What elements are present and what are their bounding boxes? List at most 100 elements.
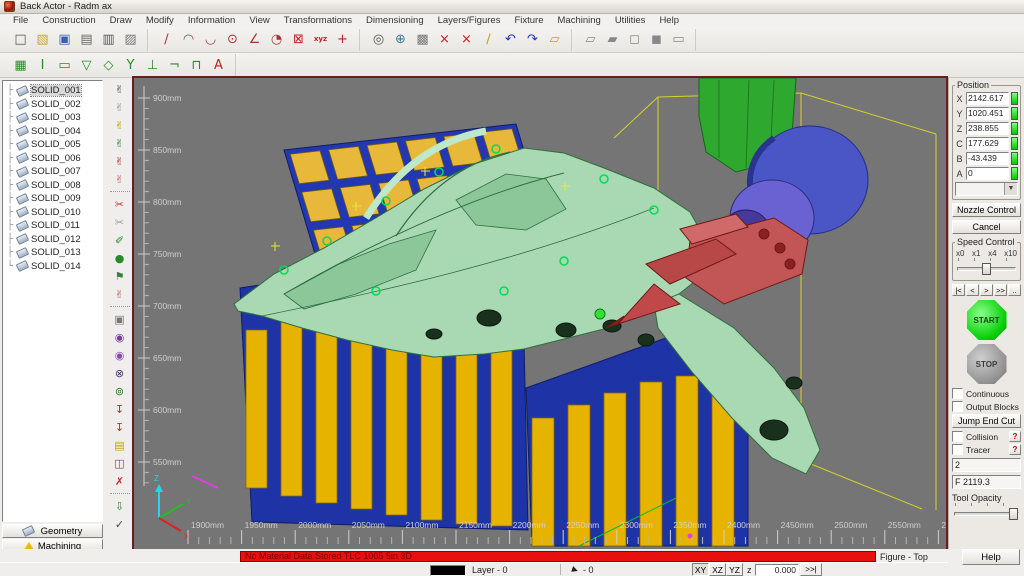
feedrate-field[interactable]: F 2119.3 [952, 475, 1021, 489]
sphere-green-icon[interactable]: ● [109, 249, 131, 267]
speed-slider[interactable] [957, 263, 1016, 273]
expand-view-icon[interactable]: × [434, 29, 455, 50]
text-tool-icon[interactable]: A [208, 55, 229, 76]
step-forward-button[interactable]: > [980, 284, 993, 296]
hand-push-down-icon[interactable]: ✌ [109, 152, 131, 170]
sphere-pair-icon[interactable]: ⊚ [109, 382, 131, 400]
menu-item-transformations[interactable]: Transformations [277, 15, 359, 26]
step-more-button[interactable]: .. [1008, 284, 1021, 296]
menu-item-file[interactable]: File [6, 15, 35, 26]
z-value-field[interactable]: 0.000 [755, 564, 799, 576]
line-tool-icon[interactable]: ∕ [156, 29, 177, 50]
menu-item-layers-figures[interactable]: Layers/Figures [431, 15, 508, 26]
view-hidden-line-icon[interactable]: ◻ [624, 29, 645, 50]
position-preset-combo[interactable]: ▼ [955, 182, 1018, 196]
capture-view-icon[interactable]: ▩ [412, 29, 433, 50]
color-swatch[interactable] [430, 565, 466, 576]
tree-item-solid_012[interactable]: ├SOLID_012 [3, 233, 102, 247]
tree-item-solid_005[interactable]: ├SOLID_005 [3, 138, 102, 152]
stop-button[interactable]: STOP [967, 344, 1007, 384]
undo-icon[interactable]: ↶ [500, 29, 521, 50]
tracer-help-button[interactable]: ? [1009, 444, 1021, 455]
trim-gray-icon[interactable]: ✂ [109, 213, 131, 231]
face-diamond-icon[interactable]: ◇ [98, 55, 119, 76]
circle-center-tool-icon[interactable]: ⊙ [222, 29, 243, 50]
pointer-check-icon[interactable]: ✓ [109, 515, 131, 533]
flag-green-icon[interactable]: ⚑ [109, 267, 131, 285]
collision-help-button[interactable]: ? [1009, 431, 1021, 442]
view-wireframe-icon[interactable]: ▱ [580, 29, 601, 50]
brush-green-icon[interactable]: ✐ [109, 231, 131, 249]
nozzle-control-button[interactable]: Nozzle Control [952, 203, 1021, 217]
pair-compare-icon[interactable]: ◫ [109, 454, 131, 472]
redo-icon[interactable]: ↷ [522, 29, 543, 50]
face-rect-icon[interactable]: ▭ [54, 55, 75, 76]
tree-item-solid_009[interactable]: ├SOLID_009 [3, 192, 102, 206]
hand-info-icon[interactable]: ✌ [109, 98, 131, 116]
sphere-x-icon[interactable]: ⊗ [109, 364, 131, 382]
speed-slider-thumb[interactable] [982, 263, 991, 275]
no-entry-tool-icon[interactable]: ⊠ [288, 29, 309, 50]
crosshair-tool-icon[interactable]: + [332, 29, 353, 50]
chevron-down-icon[interactable]: ▼ [1004, 183, 1017, 195]
xyz-point-tool-icon[interactable]: xyz [310, 29, 331, 50]
menu-item-view[interactable]: View [242, 15, 276, 26]
shrink-view-icon[interactable]: × [456, 29, 477, 50]
pan-hand-icon[interactable]: ✌ [109, 80, 131, 98]
export-down-icon[interactable]: ⇩ [109, 497, 131, 515]
arc-tool-icon[interactable]: ◠ [178, 29, 199, 50]
tree-item-solid_013[interactable]: ├SOLID_013 [3, 246, 102, 260]
highlight-tool-icon[interactable]: ▱ [544, 29, 565, 50]
hand-red-small-icon[interactable]: ✌ [109, 285, 131, 303]
plane-button-yz[interactable]: YZ [726, 563, 743, 576]
panel-grid-icon[interactable]: ▤ [109, 436, 131, 454]
drop-to-plane-icon[interactable]: ↧ [109, 400, 131, 418]
axis-value-field[interactable]: 238.855 [966, 122, 1009, 135]
tracer-checkbox[interactable] [952, 444, 963, 455]
sketch-tool-icon[interactable]: ∕ [478, 29, 499, 50]
face-trapezoid-icon[interactable]: ▽ [76, 55, 97, 76]
delete-cross-icon[interactable]: ✗ [109, 472, 131, 490]
menu-item-help[interactable]: Help [652, 15, 686, 26]
tree-item-solid_008[interactable]: ├SOLID_008 [3, 179, 102, 193]
arc-3pt-tool-icon[interactable]: ◡ [200, 29, 221, 50]
solids-tree[interactable]: ├SOLID_001├SOLID_002├SOLID_003├SOLID_004… [2, 80, 103, 522]
path-bridge-icon[interactable]: ⊓ [186, 55, 207, 76]
continuous-checkbox[interactable] [952, 388, 963, 399]
collision-checkbox[interactable] [952, 431, 963, 442]
step-first-button[interactable]: |< [952, 284, 965, 296]
sphere-box-icon[interactable]: ◉ [109, 328, 131, 346]
zoom-tool-icon[interactable]: ◎ [368, 29, 389, 50]
plane-button-xy[interactable]: XY [692, 563, 709, 576]
view-transparent-icon[interactable]: ▭ [668, 29, 689, 50]
hand-pull-up-icon[interactable]: ✌ [109, 170, 131, 188]
more-button[interactable]: >>| [800, 563, 822, 576]
angle-tool-icon[interactable]: ∠ [244, 29, 265, 50]
step-fast-forward-button[interactable]: >> [994, 284, 1007, 296]
cancel-button[interactable]: Cancel [952, 220, 1021, 234]
hand-mark-yellow-icon[interactable]: ✌ [109, 116, 131, 134]
view-solid-icon[interactable]: ◼ [646, 29, 667, 50]
tree-item-solid_004[interactable]: ├SOLID_004 [3, 125, 102, 139]
tool-opacity-slider[interactable] [954, 508, 1019, 518]
scene-canvas[interactable]: Z Y X 900mm850mm800mm750mm700mm650mm600m… [134, 78, 946, 549]
snap-grid-icon[interactable]: ▦ [10, 55, 31, 76]
trim-red-icon[interactable]: ✂ [109, 195, 131, 213]
menu-item-dimensioning[interactable]: Dimensioning [359, 15, 431, 26]
menu-item-draw[interactable]: Draw [103, 15, 139, 26]
new-file-icon[interactable]: □ [10, 29, 31, 50]
tracer-count-field[interactable]: 2 [952, 458, 1021, 472]
fillet-tool-icon[interactable]: ◔ [266, 29, 287, 50]
path-edit-icon[interactable]: ¬ [164, 55, 185, 76]
copy-clipboard-icon[interactable]: ▨ [120, 29, 141, 50]
menu-item-machining[interactable]: Machining [551, 15, 608, 26]
axis-value-field[interactable]: 177.629 [966, 137, 1009, 150]
menu-item-information[interactable]: Information [181, 15, 243, 26]
tree-item-solid_007[interactable]: ├SOLID_007 [3, 165, 102, 179]
tree-item-solid_014[interactable]: └SOLID_014 [3, 260, 102, 274]
axis-value-field[interactable]: 2142.617 [966, 92, 1009, 105]
plane-button-xz[interactable]: XZ [709, 563, 726, 576]
node-junction-icon[interactable]: Y [120, 55, 141, 76]
jump-end-cut-button[interactable]: Jump End Cut [952, 414, 1021, 428]
profile-ibeam-icon[interactable]: I [32, 55, 53, 76]
